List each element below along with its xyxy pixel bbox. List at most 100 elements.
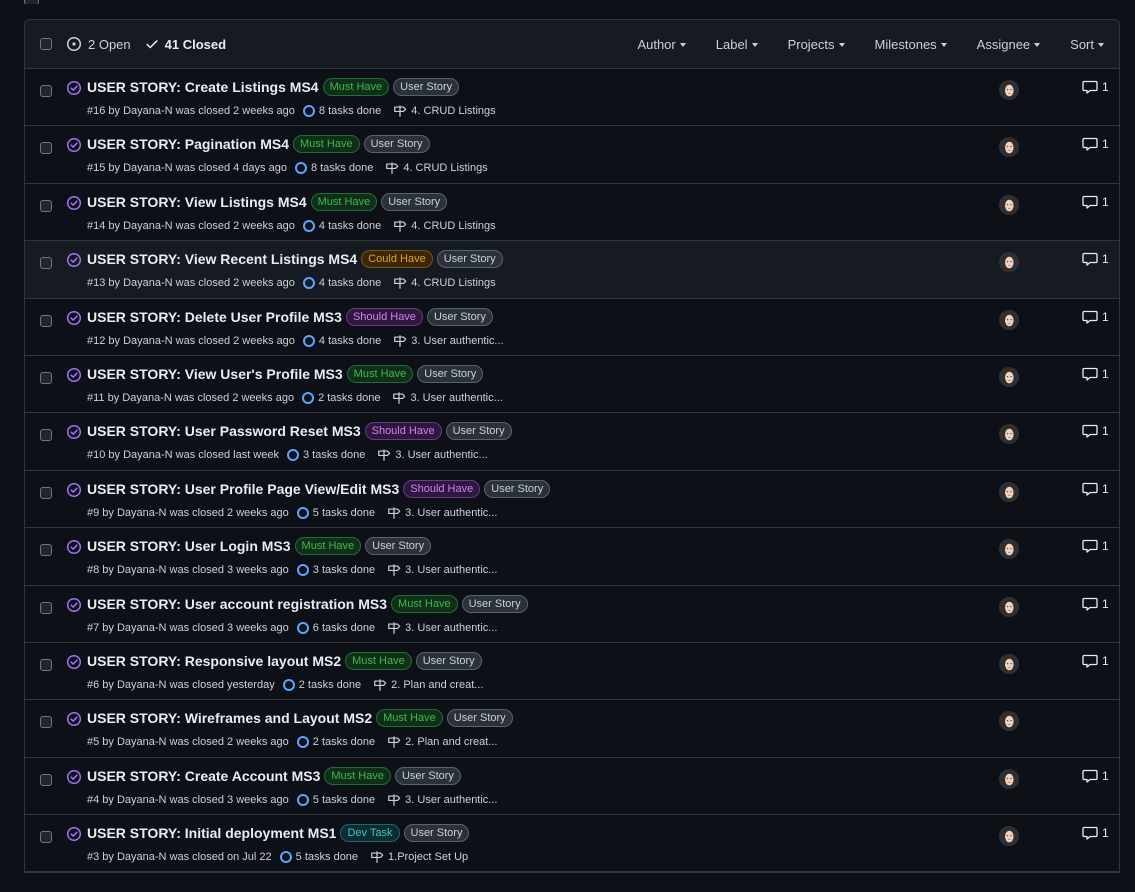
issue-label[interactable]: Must Have bbox=[324, 766, 391, 785]
issue-label[interactable]: User Story bbox=[461, 594, 528, 613]
issue-label[interactable]: User Story bbox=[436, 250, 503, 269]
comments-link[interactable]: 1 bbox=[1082, 137, 1109, 151]
milestone-link[interactable]: 4. CRUD Listings bbox=[393, 276, 496, 290]
issue-label[interactable]: User Story bbox=[415, 651, 482, 670]
issue-title[interactable]: USER STORY: View Recent Listings MS4 bbox=[87, 251, 357, 267]
issue-row[interactable]: USER STORY: Pagination MS4 Must Have User… bbox=[25, 126, 1119, 184]
top-cropped-checkbox[interactable] bbox=[24, 0, 39, 4]
issue-label[interactable]: Must Have bbox=[294, 537, 362, 556]
issue-title[interactable]: USER STORY: Pagination MS4 bbox=[87, 136, 289, 152]
issue-row[interactable]: USER STORY: Responsive layout MS2 Must H… bbox=[25, 642, 1119, 701]
comments-link[interactable]: 1 bbox=[1082, 482, 1109, 496]
issue-label[interactable]: User Story bbox=[484, 479, 551, 498]
milestone-link[interactable]: 4. CRUD Listings bbox=[393, 219, 496, 233]
issue-label[interactable]: Must Have bbox=[391, 594, 458, 613]
issue-title[interactable]: USER STORY: User Profile Page View/Edit … bbox=[87, 481, 399, 497]
issue-label[interactable]: Could Have bbox=[361, 250, 433, 269]
issue-label[interactable]: Should Have bbox=[345, 307, 423, 326]
issue-checkbox[interactable] bbox=[40, 429, 52, 442]
assignee-avatar[interactable] bbox=[999, 366, 1019, 387]
issue-checkbox[interactable] bbox=[40, 142, 52, 155]
issue-title[interactable]: USER STORY: Responsive layout MS2 bbox=[87, 653, 341, 669]
issue-label[interactable]: User Story bbox=[403, 824, 470, 843]
issue-row[interactable]: USER STORY: User Password Reset MS3 Shou… bbox=[25, 413, 1119, 471]
issue-row[interactable]: USER STORY: View Recent Listings MS4 Cou… bbox=[25, 241, 1119, 299]
issue-label[interactable]: Must Have bbox=[293, 135, 360, 154]
comments-link[interactable]: 1 bbox=[1082, 597, 1109, 611]
milestone-link[interactable]: 3. User authentic... bbox=[387, 506, 497, 520]
issue-title[interactable]: USER STORY: View User's Profile MS3 bbox=[87, 366, 343, 382]
issue-label[interactable]: User Story bbox=[394, 766, 461, 785]
assignee-avatar[interactable] bbox=[999, 481, 1019, 502]
issue-label[interactable]: Should Have bbox=[364, 422, 442, 441]
milestone-link[interactable]: 3. User authentic... bbox=[387, 793, 497, 807]
issue-label[interactable]: User Story bbox=[363, 135, 430, 154]
sort-filter[interactable]: Sort bbox=[1070, 37, 1104, 52]
issue-title[interactable]: USER STORY: Delete User Profile MS3 bbox=[87, 309, 342, 325]
assignee-avatar[interactable] bbox=[999, 711, 1019, 732]
issue-checkbox[interactable] bbox=[40, 371, 52, 384]
comments-link[interactable]: 1 bbox=[1082, 195, 1109, 209]
comments-link[interactable]: 1 bbox=[1082, 367, 1109, 381]
issue-label[interactable]: Must Have bbox=[346, 364, 414, 383]
comments-link[interactable]: 1 bbox=[1082, 80, 1109, 94]
milestones-filter[interactable]: Milestones bbox=[875, 37, 947, 52]
issue-row[interactable]: USER STORY: User Profile Page View/Edit … bbox=[25, 470, 1119, 529]
issue-row[interactable]: USER STORY: View Listings MS4 Must Have U… bbox=[25, 183, 1119, 242]
comments-link[interactable]: 1 bbox=[1082, 310, 1109, 324]
issue-row[interactable]: USER STORY: Wireframes and Layout MS2 Mu… bbox=[25, 700, 1119, 758]
issue-checkbox[interactable] bbox=[40, 85, 52, 97]
issue-title[interactable]: USER STORY: Wireframes and Layout MS2 bbox=[87, 710, 372, 726]
issue-title[interactable]: USER STORY: User account registration MS… bbox=[87, 596, 387, 612]
assignee-avatar[interactable] bbox=[999, 653, 1019, 674]
milestone-link[interactable]: 1.Project Set Up bbox=[370, 850, 468, 864]
issue-row[interactable]: USER STORY: View User's Profile MS3 Must… bbox=[25, 355, 1119, 414]
issue-title[interactable]: USER STORY: Initial deployment MS1 bbox=[87, 825, 336, 841]
issue-checkbox[interactable] bbox=[40, 199, 52, 212]
issue-label[interactable]: User Story bbox=[417, 364, 484, 383]
open-issues-toggle[interactable]: 2 Open bbox=[66, 36, 131, 52]
issue-title[interactable]: USER STORY: User Password Reset MS3 bbox=[87, 423, 361, 439]
milestone-link[interactable]: 3. User authentic... bbox=[392, 391, 503, 405]
issue-row[interactable]: USER STORY: User account registration MS… bbox=[25, 585, 1119, 643]
issue-row[interactable]: USER STORY: Initial deployment MS1 Dev T… bbox=[25, 815, 1119, 873]
issue-title[interactable]: USER STORY: User Login MS3 bbox=[87, 538, 291, 554]
comments-link[interactable]: 1 bbox=[1082, 252, 1109, 266]
comments-link[interactable]: 1 bbox=[1082, 424, 1109, 438]
milestone-link[interactable]: 3. User authentic... bbox=[377, 448, 488, 462]
comments-link[interactable]: 1 bbox=[1082, 826, 1109, 840]
issue-checkbox[interactable] bbox=[40, 486, 52, 499]
issue-label[interactable]: Must Have bbox=[322, 78, 390, 96]
issue-label[interactable]: Must Have bbox=[376, 709, 443, 728]
issue-checkbox[interactable] bbox=[40, 716, 52, 729]
comments-link[interactable]: 1 bbox=[1082, 769, 1109, 783]
issue-title[interactable]: USER STORY: Create Account MS3 bbox=[87, 768, 320, 784]
assignee-avatar[interactable] bbox=[999, 137, 1019, 158]
projects-filter[interactable]: Projects bbox=[788, 37, 845, 52]
assignee-avatar[interactable] bbox=[999, 768, 1019, 789]
issue-checkbox[interactable] bbox=[40, 314, 52, 327]
assignee-avatar[interactable] bbox=[999, 194, 1019, 215]
issue-checkbox[interactable] bbox=[40, 831, 52, 844]
issue-row[interactable]: USER STORY: Delete User Profile MS3 Shou… bbox=[25, 298, 1119, 356]
issue-label[interactable]: User Story bbox=[393, 78, 460, 96]
issue-checkbox[interactable] bbox=[40, 658, 52, 671]
closed-issues-toggle[interactable]: 41 Closed bbox=[145, 37, 226, 52]
issue-label[interactable]: User Story bbox=[365, 537, 432, 556]
issue-checkbox[interactable] bbox=[40, 773, 52, 786]
assignee-avatar[interactable] bbox=[999, 539, 1019, 560]
milestone-link[interactable]: 3. User authentic... bbox=[387, 621, 497, 635]
issue-row[interactable]: USER STORY: User Login MS3 Must Have User… bbox=[25, 528, 1119, 586]
milestone-link[interactable]: 4. CRUD Listings bbox=[393, 104, 496, 118]
issue-label[interactable]: Must Have bbox=[310, 192, 378, 211]
issue-label[interactable]: User Story bbox=[445, 422, 512, 441]
milestone-link[interactable]: 3. User authentic... bbox=[393, 334, 504, 348]
assignee-avatar[interactable] bbox=[999, 424, 1019, 445]
assignee-avatar[interactable] bbox=[999, 252, 1019, 273]
issue-checkbox[interactable] bbox=[40, 257, 52, 270]
issue-label[interactable]: User Story bbox=[446, 709, 513, 728]
issue-label[interactable]: User Story bbox=[381, 192, 448, 211]
milestone-link[interactable]: 3. User authentic... bbox=[387, 563, 497, 577]
issue-label[interactable]: Should Have bbox=[403, 479, 481, 498]
issue-checkbox[interactable] bbox=[40, 544, 52, 557]
